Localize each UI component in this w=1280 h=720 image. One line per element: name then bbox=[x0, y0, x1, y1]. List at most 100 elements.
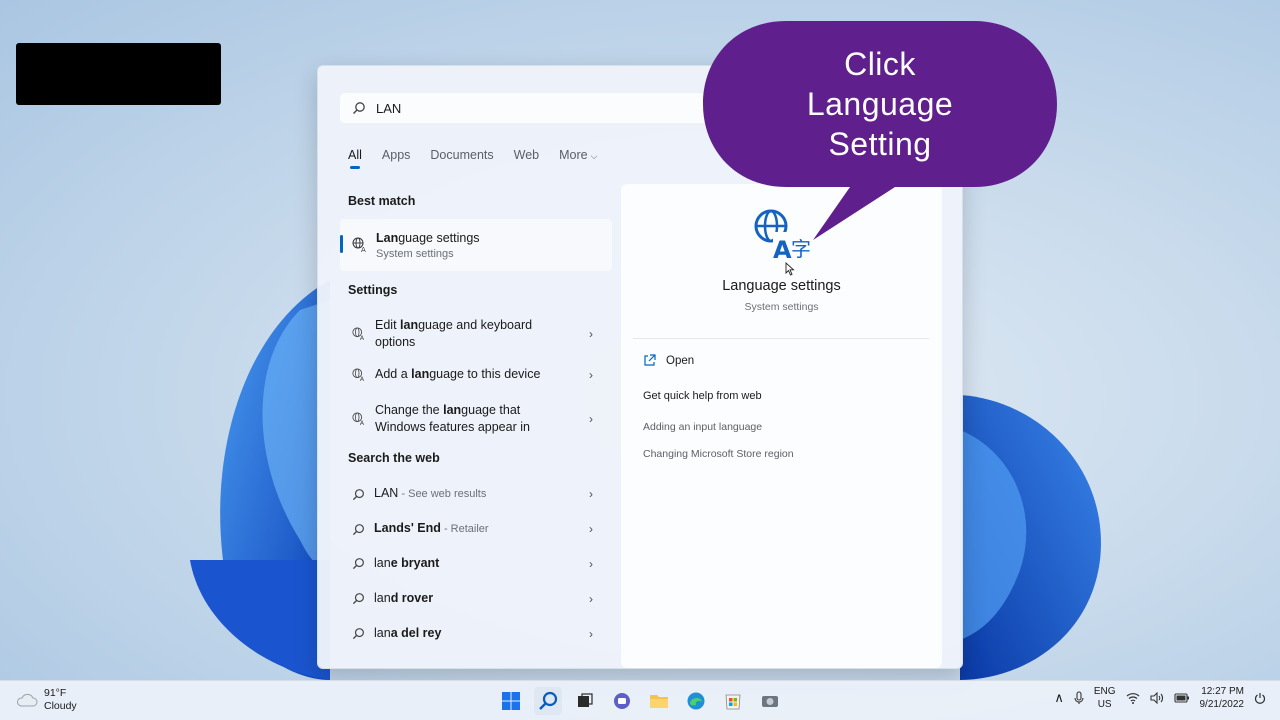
search-tabs: All Apps Documents Web More ⌵ bbox=[348, 148, 597, 169]
web-result-item[interactable]: land rover › bbox=[340, 590, 612, 607]
tab-apps[interactable]: Apps bbox=[382, 148, 411, 162]
help-link[interactable]: Changing Microsoft Store region bbox=[643, 448, 794, 460]
web-result-label: Lands' End - Retailer bbox=[374, 521, 489, 535]
cloudy-weather-icon bbox=[17, 693, 38, 707]
section-settings: Settings bbox=[348, 283, 398, 297]
language-icon: A bbox=[352, 327, 365, 341]
open-button[interactable]: Open bbox=[643, 354, 694, 367]
mouse-cursor-icon bbox=[785, 262, 795, 276]
search-query: LAN bbox=[376, 100, 402, 116]
best-match-subtitle: System settings bbox=[376, 247, 454, 260]
settings-item-label: Change the language that Windows feature… bbox=[375, 403, 530, 434]
web-result-label: lane bryant bbox=[374, 556, 440, 570]
wifi-icon[interactable] bbox=[1126, 692, 1140, 704]
search-icon bbox=[352, 593, 364, 605]
web-result-label: land rover bbox=[374, 591, 434, 605]
clock[interactable]: 12:27 PM 9/21/2022 bbox=[1200, 685, 1245, 711]
tab-documents[interactable]: Documents bbox=[430, 148, 493, 162]
svg-text:A: A bbox=[360, 335, 365, 341]
svg-text:A: A bbox=[360, 420, 365, 426]
store-icon bbox=[725, 694, 741, 710]
settings-item[interactable]: A Edit language and keyboard options › bbox=[340, 317, 612, 351]
open-external-icon bbox=[644, 354, 656, 366]
search-icon bbox=[352, 523, 364, 535]
search-icon bbox=[352, 628, 364, 640]
search-icon bbox=[352, 488, 364, 500]
callout-text: Click Language Setting bbox=[806, 46, 954, 162]
section-best-match: Best match bbox=[348, 194, 416, 208]
redacted-block bbox=[16, 43, 221, 105]
help-link[interactable]: Adding an input language bbox=[643, 421, 762, 433]
divider bbox=[633, 338, 929, 339]
language-icon: A bbox=[352, 412, 365, 426]
chevron-right-icon: › bbox=[589, 626, 593, 641]
edge-browser-button[interactable] bbox=[682, 687, 710, 715]
section-search-web: Search the web bbox=[348, 451, 440, 465]
svg-text:A: A bbox=[360, 376, 365, 382]
edge-icon bbox=[687, 692, 705, 710]
search-input[interactable]: LAN bbox=[340, 93, 720, 125]
microphone-icon[interactable] bbox=[1074, 691, 1084, 705]
web-result-label: lana del rey bbox=[374, 626, 442, 640]
instruction-callout: Click Language Setting bbox=[700, 18, 1060, 248]
web-result-item[interactable]: Lands' End - Retailer › bbox=[340, 520, 612, 538]
chat-button[interactable] bbox=[608, 687, 636, 715]
chevron-right-icon: › bbox=[589, 487, 593, 501]
chat-icon bbox=[614, 693, 630, 709]
tab-more[interactable]: More ⌵ bbox=[559, 148, 597, 162]
selection-indicator bbox=[340, 235, 343, 253]
settings-item-label: Edit language and keyboard options bbox=[375, 318, 533, 349]
preview-subtitle: System settings bbox=[744, 301, 819, 313]
task-view-button[interactable] bbox=[571, 687, 599, 715]
tab-web[interactable]: Web bbox=[514, 148, 539, 162]
language-icon: A bbox=[352, 367, 365, 382]
weather-widget[interactable]: 91°F Cloudy bbox=[16, 687, 77, 713]
best-match-title: Language settings bbox=[376, 230, 480, 245]
battery-icon[interactable] bbox=[1173, 693, 1190, 703]
settings-item-label: Add a language to this device bbox=[375, 367, 541, 381]
web-result-item[interactable]: lane bryant › bbox=[340, 555, 612, 572]
taskbar: 91°F Cloudy ∧ ENG US 12:27 PM 9/21/2022 bbox=[0, 680, 1280, 720]
power-icon[interactable] bbox=[1254, 692, 1266, 704]
svg-text:A: A bbox=[361, 246, 366, 253]
search-icon bbox=[353, 102, 365, 114]
preview-title: Language settings bbox=[722, 278, 841, 294]
file-explorer-button[interactable] bbox=[645, 687, 673, 715]
settings-item[interactable]: A Add a language to this device › bbox=[340, 366, 612, 383]
settings-item[interactable]: A Change the language that Windows featu… bbox=[340, 402, 612, 436]
chevron-right-icon: › bbox=[589, 591, 593, 606]
search-taskbar-button[interactable] bbox=[534, 687, 562, 715]
folder-icon bbox=[650, 695, 668, 708]
weather-temp: 91°F bbox=[44, 687, 67, 699]
language-indicator[interactable]: ENG US bbox=[1094, 685, 1116, 711]
open-label: Open bbox=[666, 354, 695, 367]
app-button[interactable] bbox=[756, 687, 784, 715]
weather-desc: Cloudy bbox=[44, 700, 77, 712]
chevron-right-icon: › bbox=[589, 367, 593, 382]
store-button[interactable] bbox=[719, 687, 747, 715]
tab-all[interactable]: All bbox=[348, 148, 362, 169]
windows-logo-icon bbox=[502, 692, 520, 710]
start-button[interactable] bbox=[497, 687, 525, 715]
chevron-right-icon: › bbox=[589, 556, 593, 571]
language-settings-icon: A bbox=[352, 237, 366, 253]
quick-help-heading: Get quick help from web bbox=[643, 390, 762, 402]
chevron-right-icon: › bbox=[589, 522, 593, 536]
chevron-right-icon: › bbox=[589, 412, 593, 426]
camera-app-icon bbox=[762, 696, 778, 707]
chevron-up-icon[interactable]: ∧ bbox=[1054, 690, 1064, 706]
task-view-icon bbox=[578, 693, 593, 707]
search-icon bbox=[539, 691, 558, 710]
chevron-down-icon: ⌵ bbox=[590, 151, 598, 161]
web-result-label: LAN - See web results bbox=[374, 486, 487, 500]
volume-icon[interactable] bbox=[1149, 692, 1164, 704]
system-tray: ∧ ENG US 12:27 PM 9/21/2022 bbox=[1054, 685, 1266, 711]
web-result-item[interactable]: lana del rey › bbox=[340, 625, 612, 642]
search-icon bbox=[352, 558, 364, 570]
tab-more-label: More bbox=[559, 148, 588, 162]
taskbar-apps bbox=[497, 687, 784, 715]
chevron-right-icon: › bbox=[589, 327, 593, 341]
web-result-item[interactable]: LAN - See web results › bbox=[340, 485, 612, 503]
best-match-item[interactable]: A Language settings System settings bbox=[340, 219, 612, 271]
preview-pane: A 字 Language settings System settings Op… bbox=[621, 184, 942, 668]
